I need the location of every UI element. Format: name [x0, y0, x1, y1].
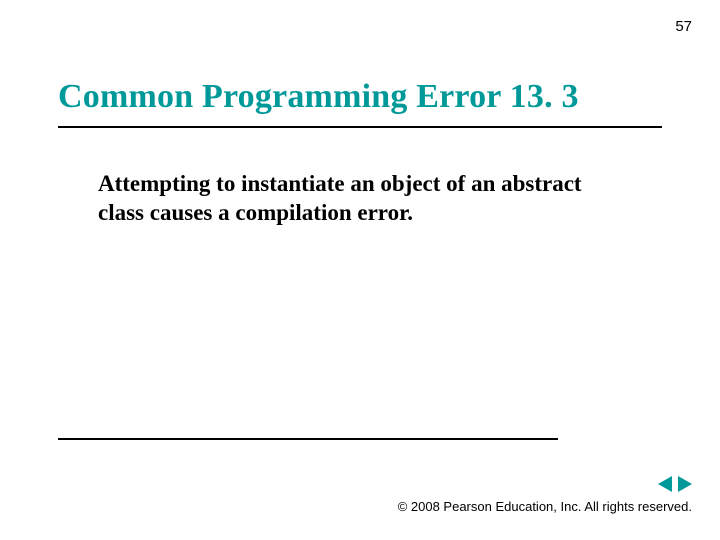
prev-icon[interactable] [658, 476, 672, 492]
slide-title: Common Programming Error 13. 3 [58, 78, 662, 116]
bottom-rule [58, 438, 558, 440]
body-text: Attempting to instantiate an object of a… [98, 170, 628, 228]
title-underline [58, 126, 662, 128]
page-number: 57 [675, 18, 692, 35]
slide-nav [658, 476, 692, 492]
next-icon[interactable] [678, 476, 692, 492]
footer-copyright: © 2008 Pearson Education, Inc. All right… [398, 499, 692, 514]
slide: 57 Common Programming Error 13. 3 Attemp… [0, 0, 720, 540]
